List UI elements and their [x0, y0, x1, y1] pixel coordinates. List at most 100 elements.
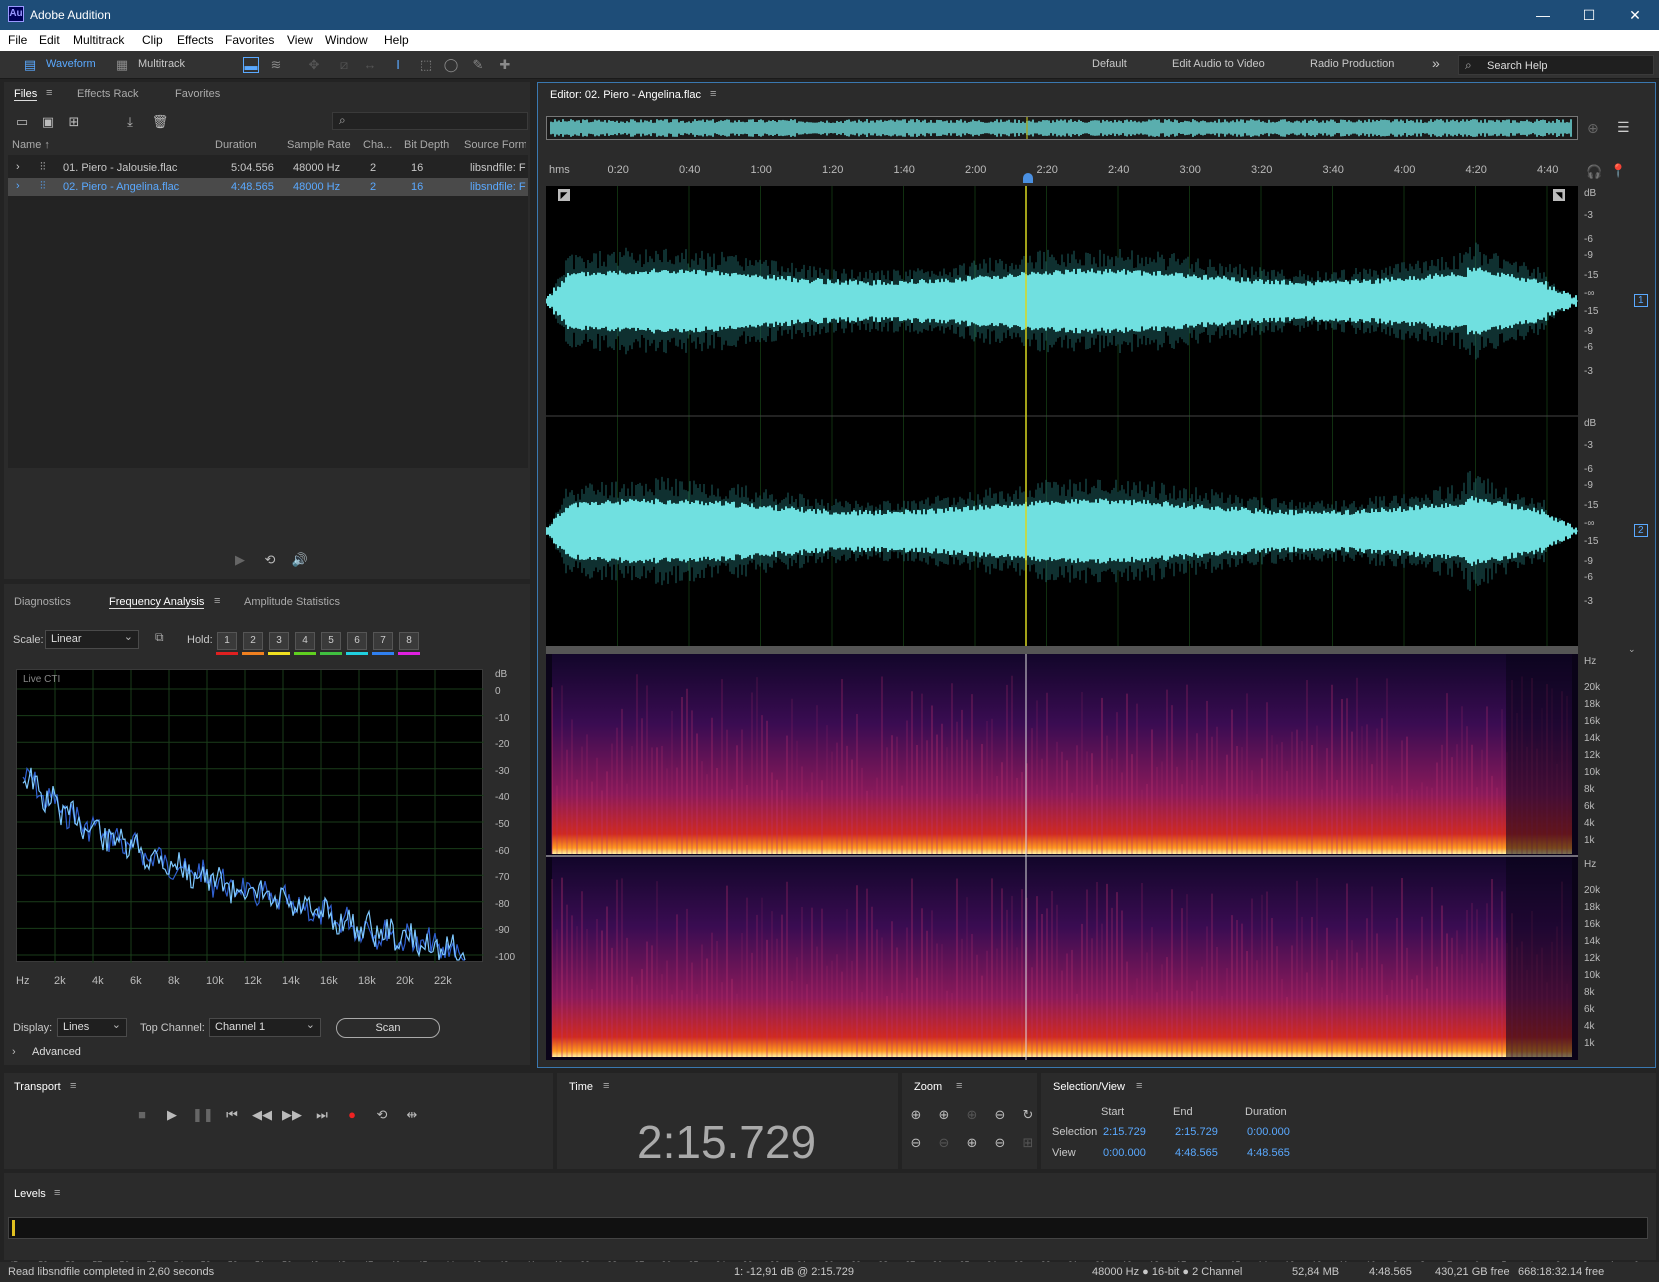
tab-files[interactable]: Files: [14, 88, 38, 101]
lasso-tool-icon[interactable]: ◯: [443, 57, 459, 73]
time-ruler[interactable]: [546, 160, 1578, 186]
selection-duration[interactable]: 0:00.000: [1247, 1126, 1290, 1138]
col-name[interactable]: Name ↑: [12, 139, 50, 151]
rewind-icon[interactable]: ◀◀: [252, 1107, 272, 1123]
waveform-display[interactable]: ◤ ◥: [546, 186, 1578, 646]
zoom-out-full-icon[interactable]: ⊖: [990, 1135, 1010, 1151]
zoom-in-time-icon[interactable]: ⊕: [934, 1107, 954, 1123]
tab-frequency-analysis[interactable]: Frequency Analysis: [109, 596, 205, 609]
hold-button-1[interactable]: 1: [217, 632, 237, 650]
hold-button-7[interactable]: 7: [373, 632, 393, 650]
editor-menu-icon[interactable]: ≡: [710, 88, 716, 100]
zoom-out-time-icon[interactable]: ⊖: [990, 1107, 1010, 1123]
menu-help[interactable]: Help: [384, 33, 409, 47]
tab-amplitude-statistics[interactable]: Amplitude Statistics: [244, 596, 340, 608]
pause-icon[interactable]: ❚❚: [192, 1107, 214, 1123]
zoom-overview-icon[interactable]: ⊕: [1587, 120, 1599, 137]
open-file-icon[interactable]: ▭: [12, 114, 32, 130]
menu-multitrack[interactable]: Multitrack: [73, 33, 124, 47]
pin-icon[interactable]: 📍: [1610, 163, 1626, 179]
overview-menu-icon[interactable]: ☰: [1617, 119, 1630, 136]
hold-button-8[interactable]: 8: [399, 632, 419, 650]
frequency-graph[interactable]: Live CTI: [16, 669, 484, 963]
menu-favorites[interactable]: Favorites: [225, 33, 274, 47]
channel-1-badge[interactable]: 1: [1634, 294, 1648, 307]
spectral-divider[interactable]: [546, 646, 1578, 654]
advanced-expand-icon[interactable]: ›: [12, 1046, 16, 1058]
playhead-handle[interactable]: [1023, 173, 1033, 183]
menu-file[interactable]: File: [8, 33, 27, 47]
record-icon[interactable]: ●: [342, 1107, 362, 1122]
zoom-out-amplitude-icon[interactable]: ⊖: [906, 1135, 926, 1151]
razor-tool-icon[interactable]: ⧄: [336, 57, 352, 73]
brush-tool-icon[interactable]: ✎: [470, 57, 486, 73]
loop-playback-icon[interactable]: ⟲: [372, 1107, 392, 1123]
fade-in-handle-icon[interactable]: ◤: [558, 189, 570, 201]
close-button[interactable]: ✕: [1612, 4, 1658, 26]
files-search-input[interactable]: ⌕: [332, 112, 528, 130]
channel-2-badge[interactable]: 2: [1634, 524, 1648, 537]
scan-button[interactable]: Scan: [336, 1018, 440, 1038]
import-file-icon[interactable]: ▣: [38, 114, 58, 130]
waveform-display-icon[interactable]: ▬: [243, 57, 259, 73]
more-workspaces-button[interactable]: »: [1432, 55, 1440, 71]
time-menu-icon[interactable]: ≡: [603, 1080, 609, 1092]
menu-clip[interactable]: Clip: [142, 33, 163, 47]
autoplay-icon[interactable]: 🔊: [290, 552, 310, 568]
stop-icon[interactable]: ■: [132, 1107, 152, 1122]
zoom-tracks-icon[interactable]: ⊞: [1018, 1135, 1038, 1151]
move-tool-icon[interactable]: ✥: [306, 57, 322, 73]
fade-out-handle-icon[interactable]: ◥: [1553, 189, 1565, 201]
col-channels[interactable]: Cha...: [363, 139, 392, 151]
zoom-out-point-icon[interactable]: ⊖: [934, 1135, 954, 1151]
scale-select[interactable]: Linear: [45, 630, 139, 649]
files-panel-menu-icon[interactable]: ≡: [46, 87, 52, 99]
headphones-icon[interactable]: 🎧: [1586, 164, 1602, 180]
selection-end[interactable]: 2:15.729: [1175, 1126, 1218, 1138]
copy-to-clipboard-icon[interactable]: ⧉: [155, 630, 164, 645]
insert-into-multitrack-icon[interactable]: ⤓: [120, 114, 140, 130]
tab-effects-rack[interactable]: Effects Rack: [77, 88, 139, 100]
expand-icon[interactable]: ›: [16, 180, 20, 192]
col-duration[interactable]: Duration: [215, 139, 257, 151]
spot-healing-tool-icon[interactable]: ✚: [497, 57, 513, 73]
spectral-display[interactable]: [546, 654, 1578, 1060]
file-row[interactable]: › ⫶⫶ 01. Piero - Jalousie.flac 5:04.556 …: [8, 159, 528, 177]
search-help-field[interactable]: ⌕ Search Help: [1458, 55, 1654, 75]
play-preview-icon[interactable]: ▶: [230, 552, 250, 568]
play-icon[interactable]: ▶: [162, 1107, 182, 1123]
move-to-next-icon[interactable]: ⏭: [312, 1107, 332, 1123]
delete-icon[interactable]: 🗑: [150, 114, 170, 130]
hold-button-5[interactable]: 5: [321, 632, 341, 650]
zoom-reset-icon[interactable]: ↻: [1018, 1107, 1038, 1123]
display-select[interactable]: Lines: [57, 1018, 127, 1037]
selection-start[interactable]: 2:15.729: [1103, 1126, 1146, 1138]
hold-button-2[interactable]: 2: [243, 632, 263, 650]
multitrack-view-icon[interactable]: ▦: [114, 57, 130, 73]
frequency-panel-menu-icon[interactable]: ≡: [214, 595, 220, 607]
multitrack-view-button[interactable]: Multitrack: [138, 58, 185, 70]
fast-forward-icon[interactable]: ▶▶: [282, 1107, 302, 1123]
move-to-previous-icon[interactable]: ⏮: [222, 1107, 242, 1123]
zoom-in-point-icon[interactable]: ⊕: [962, 1107, 982, 1123]
expand-icon[interactable]: ›: [16, 161, 20, 173]
menu-window[interactable]: Window: [325, 33, 368, 47]
levels-menu-icon[interactable]: ≡: [54, 1187, 60, 1199]
col-source-format[interactable]: Source Form...: [464, 139, 526, 151]
col-sample-rate[interactable]: Sample Rate: [287, 139, 351, 151]
menu-effects[interactable]: Effects: [177, 33, 213, 47]
zoom-selection-icon[interactable]: ⊕: [962, 1135, 982, 1151]
maximize-button[interactable]: ☐: [1566, 4, 1612, 26]
minimize-button[interactable]: —: [1520, 4, 1566, 26]
new-file-icon[interactable]: ⊞: [64, 114, 84, 130]
selection-view-menu-icon[interactable]: ≡: [1136, 1080, 1142, 1092]
top-channel-select[interactable]: Channel 1: [209, 1018, 321, 1037]
view-start[interactable]: 0:00.000: [1103, 1147, 1146, 1159]
spectral-display-icon[interactable]: ≋: [268, 57, 284, 73]
view-duration[interactable]: 4:48.565: [1247, 1147, 1290, 1159]
file-row-selected[interactable]: › ⫶⫶ 02. Piero - Angelina.flac 4:48.565 …: [8, 178, 528, 196]
slip-tool-icon[interactable]: ↔: [362, 57, 378, 73]
zoom-in-amplitude-icon[interactable]: ⊕: [906, 1107, 926, 1123]
workspace-radio-production[interactable]: Radio Production: [1310, 58, 1394, 70]
time-display[interactable]: 2:15.729: [637, 1115, 816, 1169]
